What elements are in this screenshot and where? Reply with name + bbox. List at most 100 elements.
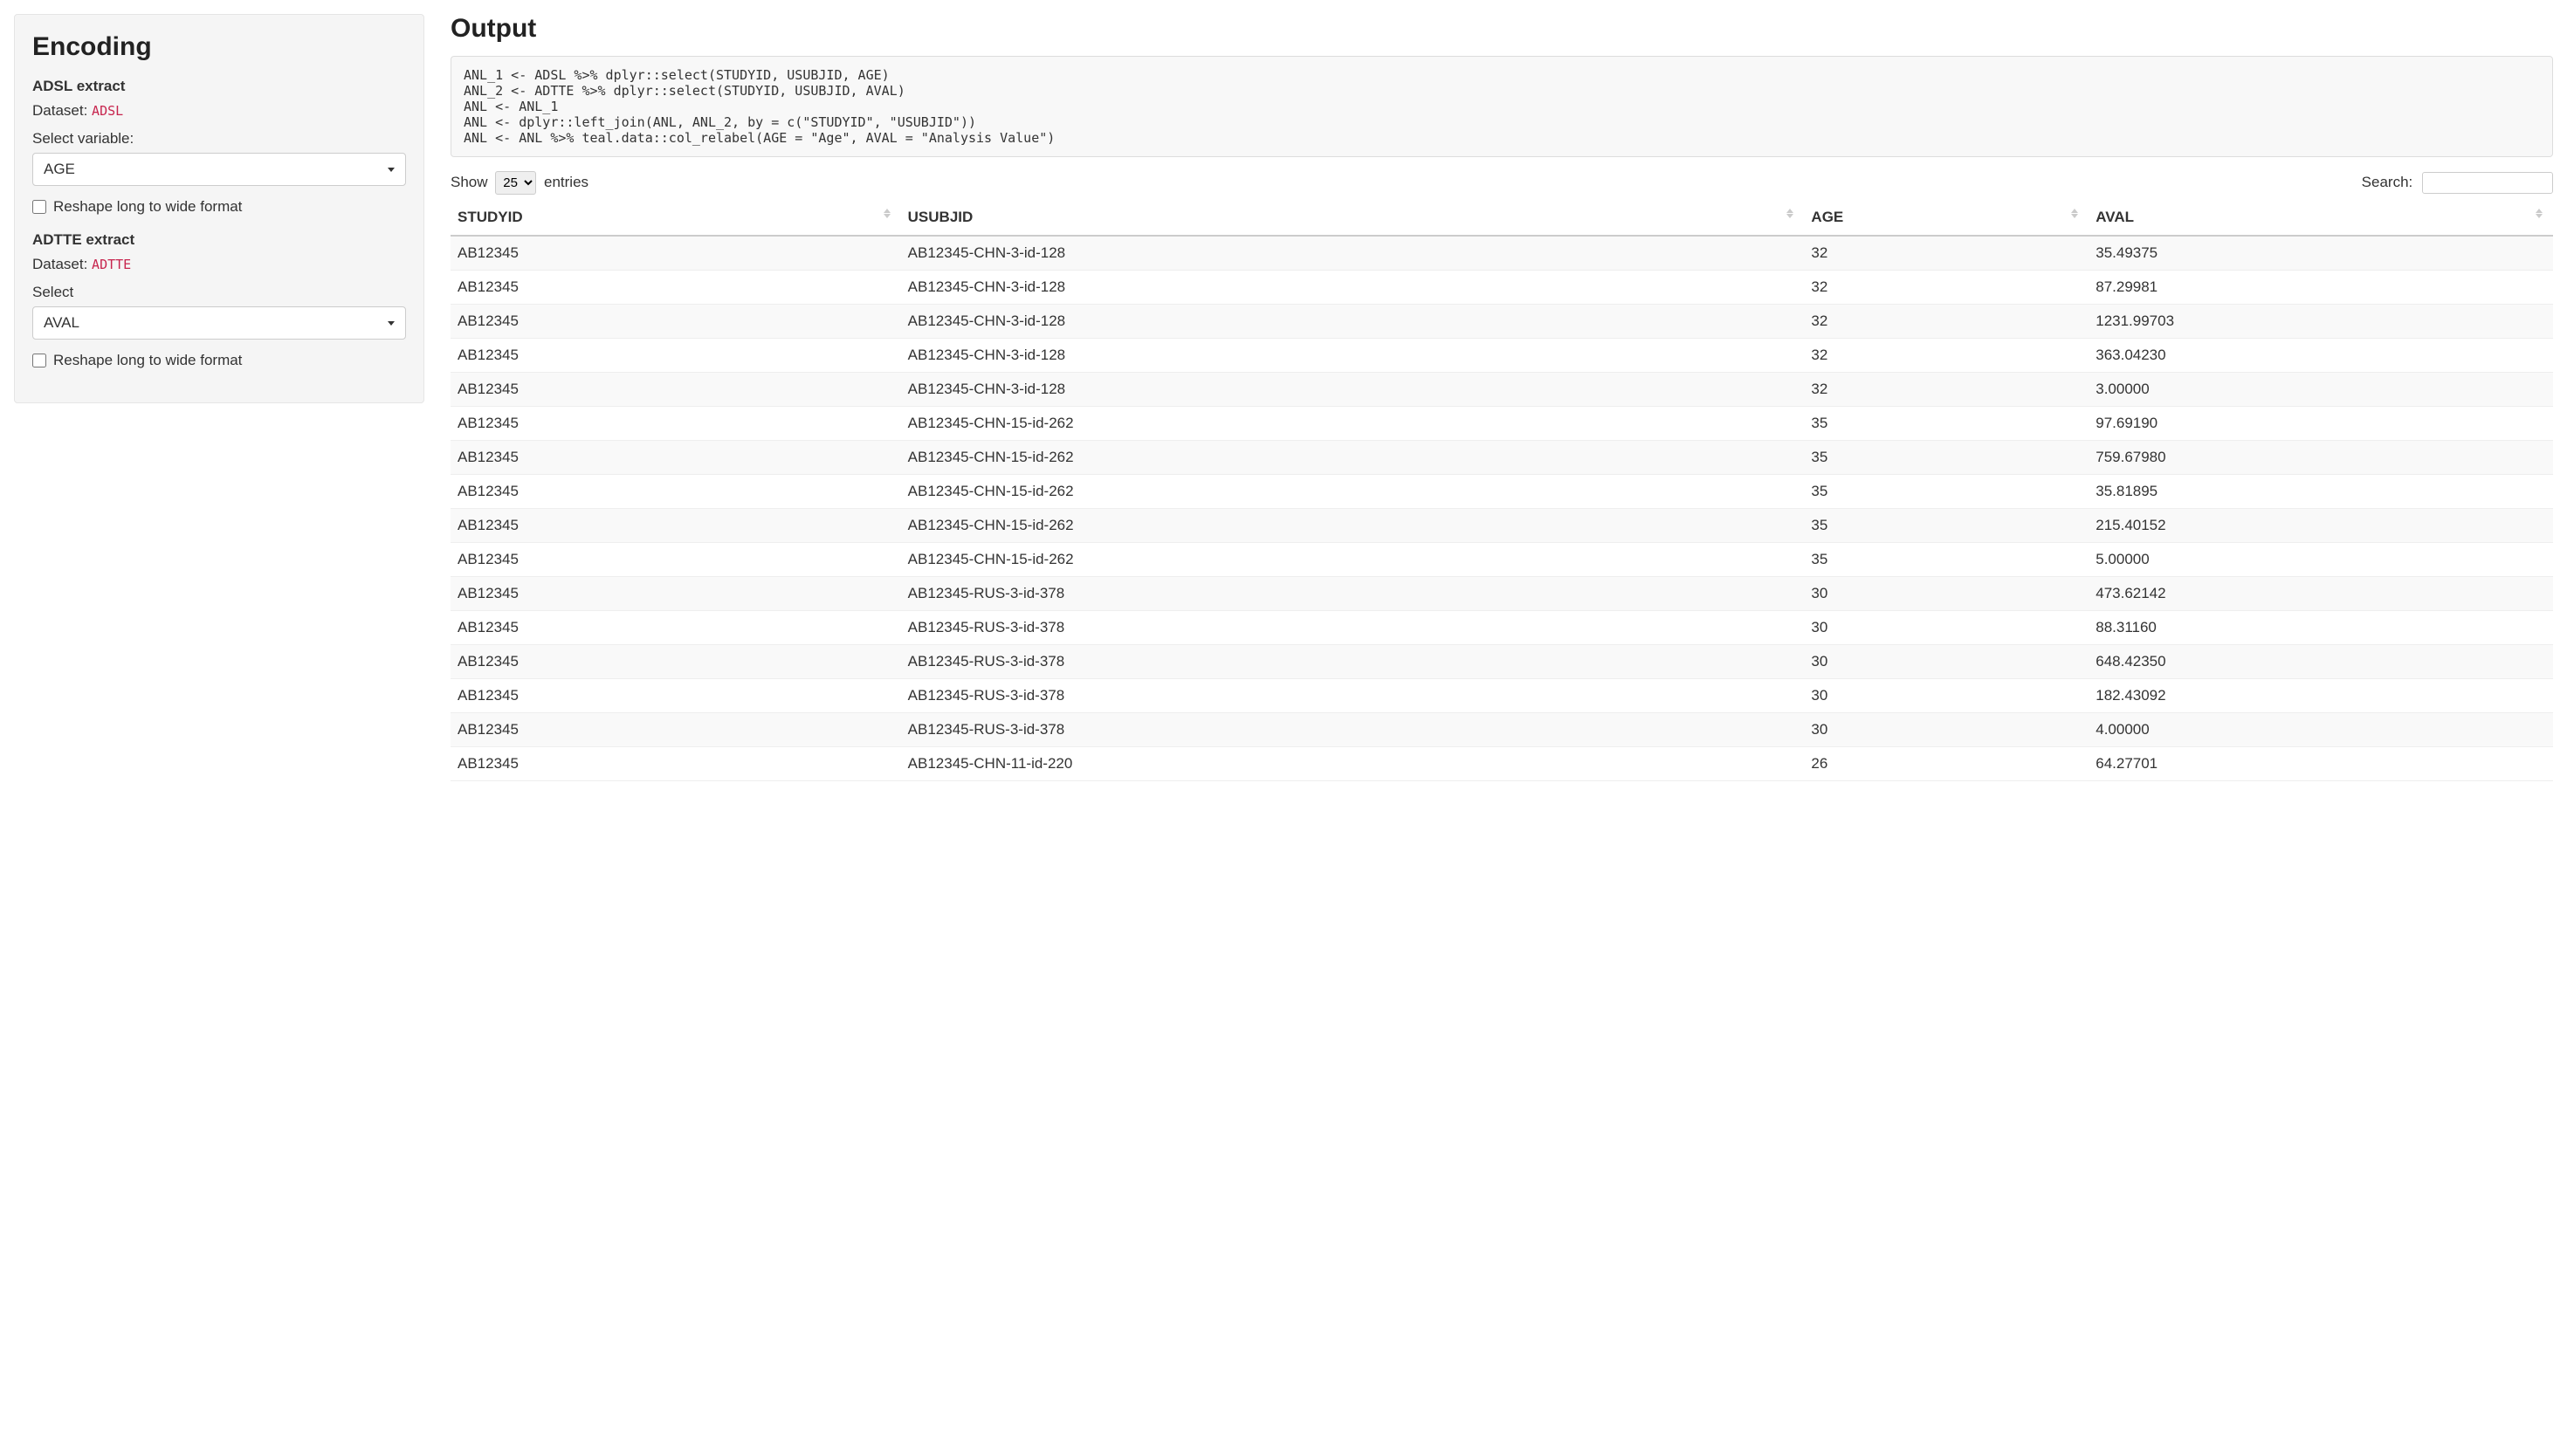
table-controls: Show 25 entries Search: [451, 171, 2553, 195]
table-cell: AB12345 [451, 475, 901, 509]
table-cell: 35 [1804, 475, 2089, 509]
caret-down-icon [388, 321, 395, 326]
sort-icon [2536, 209, 2543, 218]
table-cell: AB12345 [451, 509, 901, 543]
adtte-dataset-line: Dataset: ADTTE [32, 256, 406, 273]
table-cell: AB12345 [451, 236, 901, 271]
table-cell: AB12345-RUS-3-id-378 [901, 611, 1805, 645]
table-row: AB12345AB12345-CHN-3-id-128321231.99703 [451, 305, 2553, 339]
table-cell: AB12345-CHN-3-id-128 [901, 236, 1805, 271]
adsl-reshape-checkbox-row[interactable]: Reshape long to wide format [32, 198, 406, 216]
adsl-select-value: AGE [44, 161, 75, 178]
table-cell: 87.29981 [2089, 271, 2553, 305]
output-panel: Output ANL_1 <- ADSL %>% dplyr::select(S… [424, 14, 2553, 781]
table-cell: AB12345-CHN-3-id-128 [901, 339, 1805, 373]
table-cell: AB12345-RUS-3-id-378 [901, 713, 1805, 747]
column-header-age[interactable]: AGE [1804, 200, 2089, 236]
adsl-dataset-label: Dataset: [32, 102, 92, 119]
table-cell: 64.27701 [2089, 747, 2553, 781]
column-header-studyid[interactable]: STUDYID [451, 200, 901, 236]
table-cell: 88.31160 [2089, 611, 2553, 645]
table-cell: AB12345-RUS-3-id-378 [901, 679, 1805, 713]
adtte-select-value: AVAL [44, 314, 79, 332]
table-cell: 26 [1804, 747, 2089, 781]
search-label: Search: [2362, 174, 2413, 190]
data-table: STUDYIDUSUBJIDAGEAVAL AB12345AB12345-CHN… [451, 200, 2553, 781]
table-cell: 473.62142 [2089, 577, 2553, 611]
table-cell: 35 [1804, 543, 2089, 577]
adtte-reshape-label: Reshape long to wide format [53, 352, 242, 369]
table-row: AB12345AB12345-CHN-15-id-2623535.81895 [451, 475, 2553, 509]
table-row: AB12345AB12345-RUS-3-id-3783088.31160 [451, 611, 2553, 645]
code-block: ANL_1 <- ADSL %>% dplyr::select(STUDYID,… [451, 56, 2553, 157]
table-cell: AB12345 [451, 679, 901, 713]
table-cell: 759.67980 [2089, 441, 2553, 475]
table-cell: AB12345-CHN-11-id-220 [901, 747, 1805, 781]
table-cell: 35 [1804, 441, 2089, 475]
sort-icon [2071, 209, 2078, 218]
table-row: AB12345AB12345-CHN-3-id-1283287.29981 [451, 271, 2553, 305]
table-cell: 30 [1804, 679, 2089, 713]
table-cell: AB12345 [451, 407, 901, 441]
sort-icon [884, 209, 891, 218]
table-cell: 32 [1804, 236, 2089, 271]
table-row: AB12345AB12345-CHN-3-id-1283235.49375 [451, 236, 2553, 271]
adtte-variable-select[interactable]: AVAL [32, 306, 406, 340]
table-body: AB12345AB12345-CHN-3-id-1283235.49375AB1… [451, 236, 2553, 781]
adtte-extract-section: ADTTE extract Dataset: ADTTE Select AVAL… [32, 231, 406, 369]
table-row: AB12345AB12345-RUS-3-id-37830182.43092 [451, 679, 2553, 713]
table-cell: AB12345 [451, 645, 901, 679]
column-header-usubjid[interactable]: USUBJID [901, 200, 1805, 236]
table-row: AB12345AB12345-CHN-15-id-26235759.67980 [451, 441, 2553, 475]
table-cell: 30 [1804, 611, 2089, 645]
table-cell: 30 [1804, 645, 2089, 679]
show-label-pre: Show [451, 174, 488, 190]
adsl-reshape-label: Reshape long to wide format [53, 198, 242, 216]
adsl-reshape-checkbox[interactable] [32, 200, 46, 214]
table-cell: AB12345 [451, 713, 901, 747]
table-cell: AB12345-CHN-15-id-262 [901, 407, 1805, 441]
table-cell: AB12345 [451, 611, 901, 645]
adsl-variable-select[interactable]: AGE [32, 153, 406, 186]
table-cell: 648.42350 [2089, 645, 2553, 679]
table-row: AB12345AB12345-RUS-3-id-37830648.42350 [451, 645, 2553, 679]
adtte-reshape-checkbox[interactable] [32, 354, 46, 367]
table-cell: AB12345 [451, 339, 901, 373]
table-cell: 215.40152 [2089, 509, 2553, 543]
table-cell: 35.49375 [2089, 236, 2553, 271]
table-row: AB12345AB12345-CHN-15-id-2623597.69190 [451, 407, 2553, 441]
table-cell: AB12345-RUS-3-id-378 [901, 645, 1805, 679]
encoding-title: Encoding [32, 32, 406, 62]
table-cell: AB12345 [451, 373, 901, 407]
column-header-aval[interactable]: AVAL [2089, 200, 2553, 236]
table-cell: 182.43092 [2089, 679, 2553, 713]
table-row: AB12345AB12345-CHN-15-id-26235215.40152 [451, 509, 2553, 543]
adsl-heading: ADSL extract [32, 78, 406, 95]
table-header: STUDYIDUSUBJIDAGEAVAL [451, 200, 2553, 236]
show-entries: Show 25 entries [451, 171, 588, 195]
entries-select[interactable]: 25 [495, 171, 536, 195]
adsl-dataset-line: Dataset: ADSL [32, 102, 406, 120]
show-label-post: entries [544, 174, 588, 190]
table-cell: AB12345 [451, 747, 901, 781]
table-cell: 35 [1804, 509, 2089, 543]
table-cell: AB12345 [451, 441, 901, 475]
table-cell: AB12345-CHN-15-id-262 [901, 509, 1805, 543]
table-cell: 97.69190 [2089, 407, 2553, 441]
table-cell: 35 [1804, 407, 2089, 441]
table-cell: 3.00000 [2089, 373, 2553, 407]
output-title: Output [451, 14, 2553, 44]
encoding-panel: Encoding ADSL extract Dataset: ADSL Sele… [14, 14, 424, 403]
table-cell: 32 [1804, 305, 2089, 339]
table-row: AB12345AB12345-CHN-15-id-262355.00000 [451, 543, 2553, 577]
adtte-dataset-label: Dataset: [32, 256, 92, 272]
adsl-dataset-value: ADSL [92, 103, 123, 119]
table-cell: AB12345-RUS-3-id-378 [901, 577, 1805, 611]
search-input[interactable] [2422, 172, 2553, 194]
adtte-reshape-checkbox-row[interactable]: Reshape long to wide format [32, 352, 406, 369]
adtte-select-label: Select [32, 284, 406, 301]
table-cell: AB12345-CHN-15-id-262 [901, 475, 1805, 509]
table-cell: 32 [1804, 339, 2089, 373]
table-cell: AB12345-CHN-15-id-262 [901, 543, 1805, 577]
table-cell: AB12345 [451, 577, 901, 611]
